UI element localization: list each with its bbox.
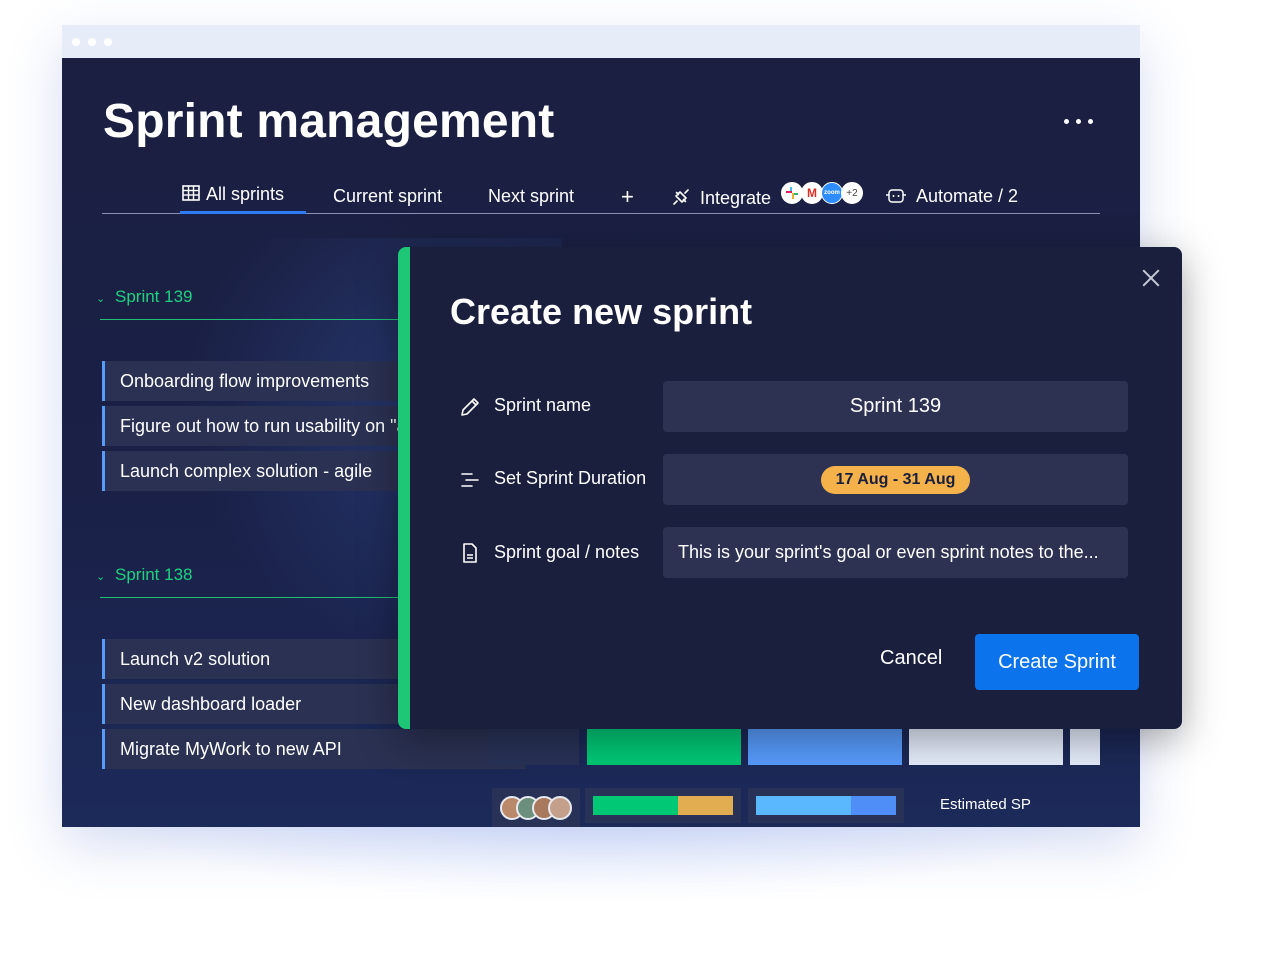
priority-distribution-bar	[756, 796, 896, 815]
cancel-button[interactable]: Cancel	[880, 647, 942, 670]
gmail-icon: M	[801, 182, 823, 204]
more-options-button[interactable]	[1062, 112, 1098, 132]
date-range-pill: 17 Aug - 31 Aug	[820, 465, 971, 494]
group-title: Sprint 138	[115, 565, 193, 584]
estimated-sp-label: Estimated SP	[940, 796, 1031, 813]
zoom-icon: zoom	[821, 182, 843, 204]
status-summary	[585, 788, 741, 823]
page-title: Sprint management	[103, 95, 555, 148]
goal-notes-input[interactable]: This is your sprint's goal or even sprin…	[663, 527, 1128, 578]
tab-next-sprint[interactable]: Next sprint	[488, 186, 574, 207]
sprint-name-value: Sprint 139	[849, 395, 942, 417]
bar-segment	[851, 796, 896, 815]
task-row[interactable]: Onboarding flow improvements	[102, 361, 398, 401]
tab-current-sprint[interactable]: Current sprint	[333, 186, 442, 207]
add-tab-button[interactable]: +	[621, 184, 634, 210]
priority-summary	[748, 788, 904, 823]
bar-segment	[678, 796, 733, 815]
dialog-title: Create new sprint	[450, 291, 753, 332]
create-sprint-button[interactable]: Create Sprint	[975, 634, 1139, 690]
slack-icon	[781, 182, 803, 204]
chevron-down-icon: ⌄	[96, 293, 106, 305]
tab-label: All sprints	[206, 184, 285, 204]
integrate-label: Integrate	[700, 188, 772, 208]
bar-segment	[756, 796, 852, 815]
sprint-name-input[interactable]: Sprint 139	[663, 381, 1128, 432]
automate-button[interactable]: Automate / 2	[885, 186, 1018, 207]
task-row[interactable]: Migrate MyWork to new API	[102, 729, 526, 769]
dialog-accent-bar	[398, 247, 410, 729]
group-divider	[100, 319, 398, 320]
group-header-sprint-139[interactable]: ⌄ Sprint 139	[96, 287, 193, 307]
window-dot	[72, 38, 80, 46]
plug-icon	[673, 189, 689, 205]
bar-segment	[593, 796, 679, 815]
window-dot	[88, 38, 96, 46]
table-icon	[182, 185, 200, 201]
goal-notes-placeholder: This is your sprint's goal or even sprin…	[678, 542, 1099, 562]
group-divider	[100, 597, 398, 598]
window-titlebar	[62, 25, 1140, 58]
close-icon[interactable]	[1138, 265, 1164, 291]
status-cell[interactable]	[587, 729, 741, 765]
task-row[interactable]: Launch v2 solution	[102, 639, 398, 679]
status-distribution-bar	[593, 796, 733, 815]
robot-icon	[886, 189, 906, 203]
active-tab-indicator	[180, 211, 306, 214]
group-header-sprint-138[interactable]: ⌄ Sprint 138	[96, 565, 193, 585]
goal-notes-label: Sprint goal / notes	[494, 542, 640, 562]
duration-picker[interactable]: 17 Aug - 31 Aug	[663, 454, 1128, 505]
duration-label: Set Sprint Duration	[494, 468, 647, 488]
priority-cell[interactable]	[748, 729, 902, 765]
task-row[interactable]: Launch complex solution - agile	[102, 451, 398, 491]
sprint-name-label: Sprint name	[494, 395, 592, 415]
chevron-down-icon: ⌄	[96, 571, 106, 583]
date-cell[interactable]	[909, 729, 1063, 765]
task-row[interactable]: Figure out how to run usability on "a	[102, 406, 398, 446]
more-dots-icon	[1076, 119, 1081, 124]
tab-all-sprints[interactable]: All sprints	[182, 184, 284, 205]
task-row[interactable]: New dashboard loader	[102, 684, 398, 724]
timeline-icon	[461, 473, 479, 487]
create-sprint-dialog: Create new sprint Sprint name Sprint 139…	[398, 247, 1182, 729]
people-cell[interactable]	[487, 729, 579, 765]
avatar	[548, 796, 572, 820]
window-dot	[104, 38, 112, 46]
more-dots-icon	[1088, 119, 1093, 124]
integrations-count-badge: +2	[841, 182, 863, 204]
document-icon	[463, 543, 477, 563]
more-dots-icon	[1064, 119, 1069, 124]
group-title: Sprint 139	[115, 287, 193, 306]
pencil-icon	[461, 398, 479, 416]
integrate-button[interactable]: Integrate	[671, 187, 771, 209]
sp-cell[interactable]	[1070, 729, 1100, 765]
automate-label: Automate / 2	[916, 186, 1019, 206]
